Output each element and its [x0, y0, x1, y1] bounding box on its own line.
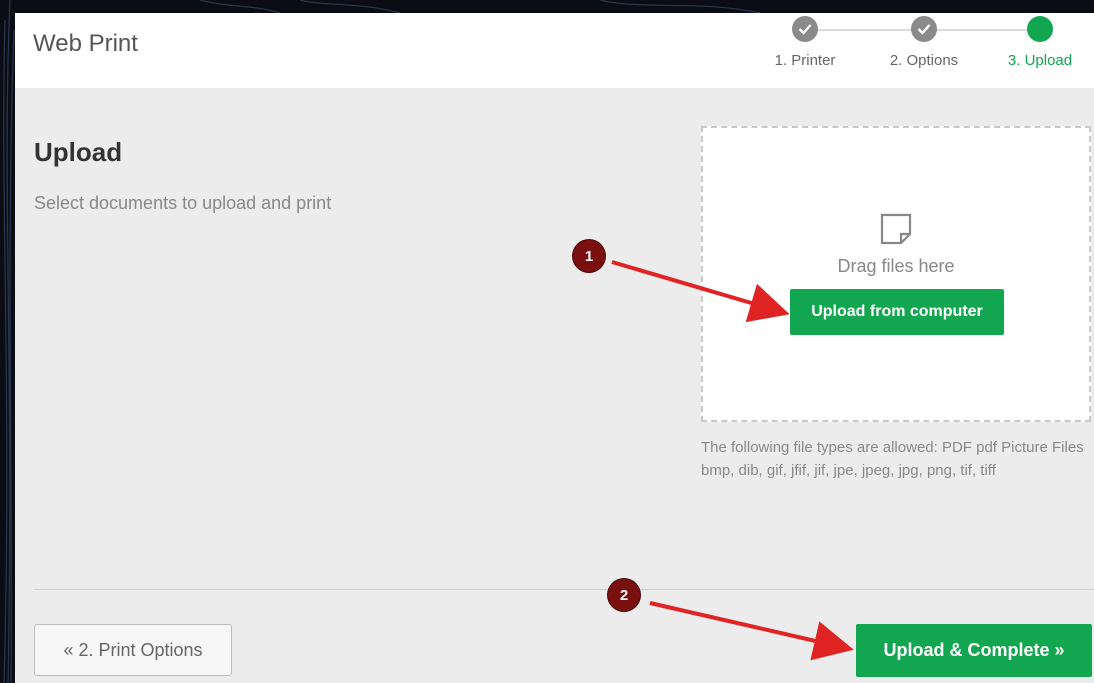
- header: Web Print 1. Printer 2. Options 3. Uploa…: [15, 13, 1094, 88]
- step-printer[interactable]: 1. Printer: [755, 16, 855, 69]
- step-upload: 3. Upload: [990, 16, 1090, 69]
- allowed-file-types: The following file types are allowed: PD…: [701, 439, 1084, 479]
- step-options[interactable]: 2. Options: [874, 16, 974, 69]
- divider: [34, 589, 1094, 590]
- active-step-dot: [1027, 16, 1053, 42]
- file-icon: [880, 213, 912, 245]
- annotation-badge-2: 2: [608, 579, 640, 611]
- progress-stepper: 1. Printer 2. Options 3. Upload: [750, 13, 1090, 88]
- annotation-badge-1: 1: [573, 240, 605, 272]
- page-title: Upload: [34, 137, 123, 167]
- step-label: 1. Printer: [774, 52, 836, 69]
- upload-from-computer-button[interactable]: Upload from computer: [790, 289, 1004, 335]
- app-title: Web Print: [33, 30, 138, 57]
- print-options-back-button[interactable]: « 2. Print Options: [34, 624, 232, 676]
- check-icon: [792, 16, 818, 42]
- check-icon: [911, 16, 937, 42]
- step-label: 3. Upload: [1007, 52, 1073, 69]
- page-description: Select documents to upload and print: [34, 193, 332, 213]
- upload-complete-button[interactable]: Upload & Complete »: [856, 624, 1092, 677]
- web-print-window: Web Print 1. Printer 2. Options 3. Uploa…: [15, 13, 1094, 683]
- file-dropzone[interactable]: Drag files here Upload from computer: [701, 126, 1091, 422]
- step-label: 2. Options: [889, 52, 959, 69]
- drag-files-text: Drag files here: [837, 256, 955, 276]
